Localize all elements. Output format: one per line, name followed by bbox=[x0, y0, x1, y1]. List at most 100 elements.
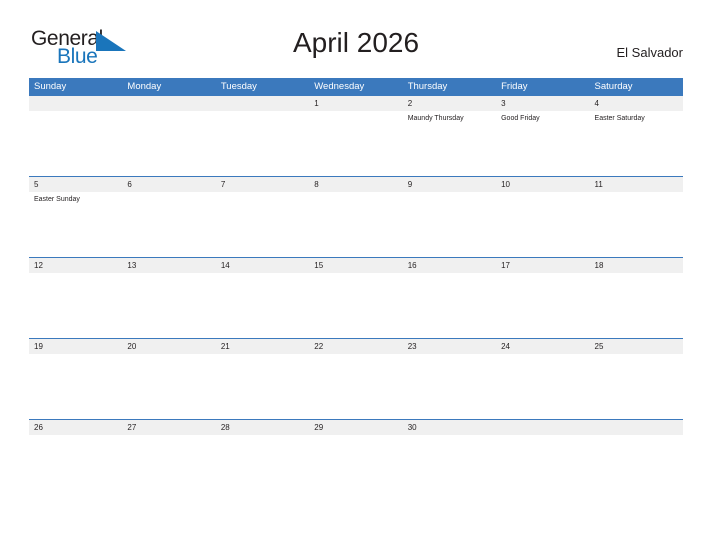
date-number[interactable]: 13 bbox=[122, 258, 215, 273]
date-number[interactable]: 23 bbox=[403, 339, 496, 354]
date-number[interactable]: 1 bbox=[309, 96, 402, 111]
date-number[interactable]: 30 bbox=[403, 420, 496, 435]
date-number[interactable]: 8 bbox=[309, 177, 402, 192]
date-cell-empty bbox=[216, 96, 309, 111]
date-cell-empty bbox=[590, 420, 683, 435]
week-date-band: 1234 bbox=[29, 96, 683, 111]
date-number[interactable]: 24 bbox=[496, 339, 589, 354]
calendar-week-row: 26 27 28 29 30 bbox=[29, 419, 683, 500]
day-events-cell bbox=[403, 273, 496, 338]
week-date-band: 19 20 21 22 23 24 25 bbox=[29, 338, 683, 354]
date-number[interactable]: 27 bbox=[122, 420, 215, 435]
day-events-cell bbox=[309, 435, 402, 500]
day-events-cell bbox=[309, 354, 402, 419]
date-number[interactable]: 7 bbox=[216, 177, 309, 192]
date-cell-empty bbox=[29, 96, 122, 111]
day-events-cell[interactable]: Easter Sunday bbox=[29, 192, 122, 257]
day-events-cell bbox=[590, 192, 683, 257]
date-number[interactable]: 18 bbox=[590, 258, 683, 273]
day-events-cell bbox=[590, 354, 683, 419]
week-event-band: Maundy Thursday Good Friday Easter Saturda… bbox=[29, 111, 683, 176]
week-event-band: Easter Sunday bbox=[29, 192, 683, 257]
date-number[interactable]: 14 bbox=[216, 258, 309, 273]
day-events-cell bbox=[496, 435, 589, 500]
day-events-cell bbox=[403, 435, 496, 500]
page-header: General Blue April 2026 El Salvador bbox=[0, 0, 712, 68]
date-number[interactable]: 2 bbox=[403, 96, 496, 111]
date-number[interactable]: 9 bbox=[403, 177, 496, 192]
calendar-page: General Blue April 2026 El Salvador Sund… bbox=[0, 0, 712, 550]
calendar-week-row: 12 13 14 15 16 17 18 bbox=[29, 257, 683, 338]
week-event-band bbox=[29, 273, 683, 338]
date-number[interactable]: 16 bbox=[403, 258, 496, 273]
day-events-cell bbox=[29, 273, 122, 338]
day-events-cell[interactable]: Maundy Thursday bbox=[403, 111, 496, 176]
day-events-cell bbox=[403, 192, 496, 257]
day-events-cell bbox=[122, 273, 215, 338]
day-events-cell[interactable]: Good Friday bbox=[496, 111, 589, 176]
day-of-week-sunday: Sunday bbox=[34, 81, 67, 92]
page-title: April 2026 bbox=[292, 27, 420, 58]
date-number[interactable]: 19 bbox=[29, 339, 122, 354]
week-date-band: 12 13 14 15 16 17 18 bbox=[29, 257, 683, 273]
holiday-label: Maundy Thursday bbox=[407, 115, 464, 122]
calendar-weeks: 1 2 3 4 Maundy Thursday Good Friday Easter Sat… bbox=[29, 96, 683, 500]
date-number[interactable]: 5 bbox=[29, 177, 122, 192]
day-of-week-tuesday: Tuesday bbox=[220, 81, 257, 92]
day-events-cell bbox=[309, 192, 402, 257]
date-number[interactable]: 25 bbox=[590, 339, 683, 354]
day-of-week-thursday: Thursday bbox=[407, 81, 448, 92]
day-events-cell bbox=[122, 354, 215, 419]
day-events-cell bbox=[309, 273, 402, 338]
day-of-week-wednesday: Wednesday bbox=[314, 81, 365, 92]
date-number[interactable]: 15 bbox=[309, 258, 402, 273]
day-events-cell bbox=[496, 354, 589, 419]
holiday-label: Easter Saturday bbox=[594, 115, 645, 122]
date-number[interactable]: 12 bbox=[29, 258, 122, 273]
date-number[interactable]: 10 bbox=[496, 177, 589, 192]
day-events-cell bbox=[29, 111, 122, 176]
date-number[interactable]: 26 bbox=[29, 420, 122, 435]
day-events-cell bbox=[216, 192, 309, 257]
day-of-week-friday: Friday bbox=[501, 81, 528, 92]
day-events-cell bbox=[216, 435, 309, 500]
day-of-week-monday: Monday bbox=[127, 81, 162, 92]
day-events-cell bbox=[496, 192, 589, 257]
day-of-week-header-row: Sunday Monday Tuesday Wednesday Thursday… bbox=[29, 78, 683, 96]
day-events-cell[interactable]: Easter Saturday bbox=[590, 111, 683, 176]
day-events-cell bbox=[590, 273, 683, 338]
day-of-week-saturday: Saturday bbox=[594, 81, 633, 92]
day-events-cell bbox=[590, 435, 683, 500]
date-number[interactable]: 22 bbox=[309, 339, 402, 354]
date-number[interactable]: 21 bbox=[216, 339, 309, 354]
week-date-band: 26 27 28 29 30 bbox=[29, 419, 683, 435]
country-label: El Salvador bbox=[616, 45, 683, 60]
date-number[interactable]: 11 bbox=[590, 177, 683, 192]
day-events-cell bbox=[309, 111, 402, 176]
date-number[interactable]: 3 bbox=[496, 96, 589, 111]
week-event-band bbox=[29, 435, 683, 500]
day-events-cell bbox=[29, 435, 122, 500]
holiday-label: Easter Sunday bbox=[34, 196, 80, 203]
holiday-label: Good Friday bbox=[501, 115, 540, 122]
date-number[interactable]: 6 bbox=[122, 177, 215, 192]
day-events-cell bbox=[122, 435, 215, 500]
day-events-cell bbox=[496, 273, 589, 338]
date-number[interactable]: 28 bbox=[216, 420, 309, 435]
date-cell-empty bbox=[496, 420, 589, 435]
date-cell-empty bbox=[122, 96, 215, 111]
day-events-cell bbox=[216, 111, 309, 176]
date-number[interactable]: 4 bbox=[590, 96, 683, 111]
calendar-week-row: 5 6 7 8 9 10 11 Easter Sunday bbox=[29, 176, 683, 257]
calendar-week-row: 1 2 3 4 Maundy Thursday Good Friday Easter Sat… bbox=[29, 96, 683, 176]
week-date-band: 5 6 7 8 9 10 11 bbox=[29, 176, 683, 192]
day-events-cell bbox=[29, 354, 122, 419]
day-events-cell bbox=[122, 111, 215, 176]
date-number[interactable]: 20 bbox=[122, 339, 215, 354]
day-events-cell bbox=[216, 354, 309, 419]
date-number[interactable]: 29 bbox=[309, 420, 402, 435]
day-events-cell bbox=[216, 273, 309, 338]
date-number[interactable]: 17 bbox=[496, 258, 589, 273]
day-events-cell bbox=[122, 192, 215, 257]
week-event-band bbox=[29, 354, 683, 419]
